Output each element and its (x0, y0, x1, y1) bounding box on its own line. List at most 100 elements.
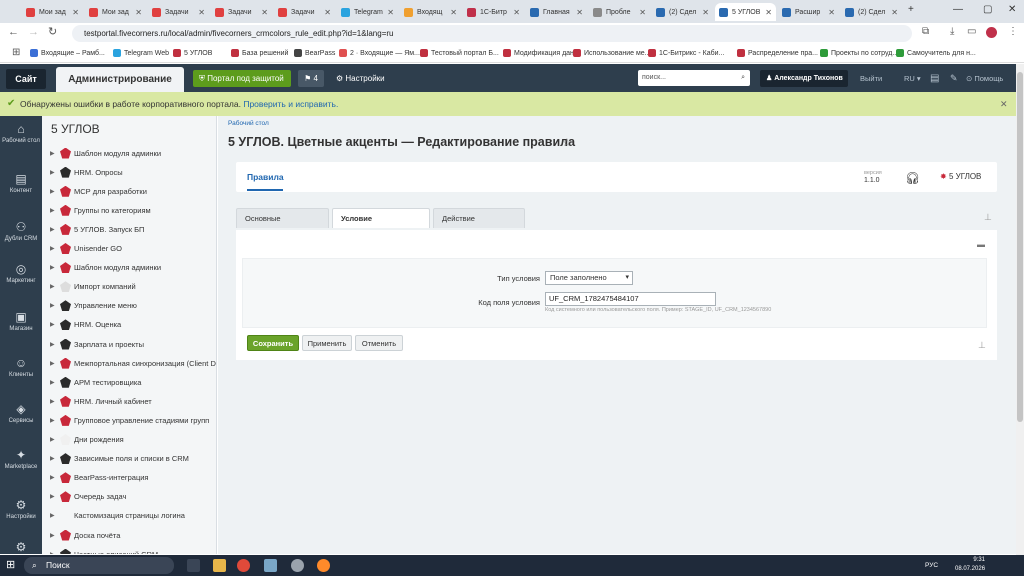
tree-item[interactable]: ▶ BearPass-интеграция (50, 471, 149, 485)
close-tab-icon[interactable]: ✕ (257, 8, 268, 17)
menu-icon[interactable]: ⋮ (1008, 26, 1018, 37)
bookmark-item[interactable]: Проекты по сотруд... (820, 49, 898, 57)
desktop-icon[interactable]: ▤ (930, 70, 939, 87)
close-warning-icon[interactable]: ✕ (1000, 92, 1008, 116)
explorer-icon[interactable] (213, 559, 226, 572)
bookmark-item[interactable]: 5 УГЛОВ (173, 49, 212, 57)
pin-icon[interactable]: ✎ (950, 70, 958, 87)
admin-tab[interactable]: Администрирование (56, 67, 184, 92)
breadcrumb[interactable]: Рабочий стол (228, 120, 269, 127)
back-icon[interactable]: ← (8, 26, 19, 38)
expand-arrow-icon[interactable]: ▶ (50, 417, 58, 424)
expand-arrow-icon[interactable]: ▶ (50, 360, 58, 367)
bookmark-item[interactable]: База решений (231, 49, 288, 57)
url-field[interactable]: testportal.fivecorners.ru/local/admin/fi… (72, 25, 912, 42)
close-tab-icon[interactable]: ✕ (572, 8, 583, 17)
expand-arrow-icon[interactable]: ▶ (50, 245, 58, 252)
chrome-icon[interactable] (237, 559, 250, 572)
language-switcher[interactable]: RU ▾ (904, 70, 921, 87)
close-tab-icon[interactable]: ✕ (824, 8, 835, 17)
apply-button[interactable]: Применить (302, 335, 352, 351)
bookmark-item[interactable]: Входящие – Рамб... (30, 49, 105, 57)
close-tab-icon[interactable]: ✕ (635, 8, 646, 17)
expand-arrow-icon[interactable]: ▶ (50, 188, 58, 195)
settings-button[interactable]: ⚙ Настройки (336, 70, 385, 87)
bookmark-item[interactable]: BearPass (294, 49, 335, 57)
tree-item[interactable]: ▶ Межпортальная синхронизация (Client D7) (50, 356, 216, 370)
iconbar-item[interactable]: ☺ Клиенты (0, 356, 42, 379)
favorite-star-icon[interactable]: ☆ (562, 136, 572, 149)
bookmark-item[interactable]: Модификация дан... (503, 49, 580, 57)
start-icon[interactable]: ⊞ (6, 558, 15, 571)
notifications-button[interactable]: ⚑ 4 (298, 70, 324, 87)
tree-item[interactable]: ▶ Импорт компаний (50, 280, 136, 294)
portal-protected-button[interactable]: ⛨ Портал под защитой (193, 70, 291, 87)
browser-tab[interactable]: Пробле ✕ (589, 3, 650, 21)
user-menu-button[interactable]: ♟ Александр Тихонов (760, 70, 848, 87)
expand-arrow-icon[interactable]: ▶ (50, 512, 58, 519)
expand-arrow-icon[interactable]: ▶ (50, 379, 58, 386)
expand-arrow-icon[interactable]: ▶ (50, 341, 58, 348)
logout-link[interactable]: Выйти (860, 70, 882, 87)
minimize-icon[interactable]: — (953, 4, 963, 15)
expand-arrow-icon[interactable]: ▶ (50, 436, 58, 443)
bookmark-item[interactable]: 2 · Входящие — Ям... (339, 49, 420, 57)
expand-arrow-icon[interactable]: ▶ (50, 532, 58, 539)
close-tab-icon[interactable]: ✕ (383, 8, 394, 17)
tab-main-params[interactable]: Основные параметры (236, 208, 329, 243)
tree-item[interactable]: ▶ 5 УГЛОВ. Запуск БП (50, 222, 144, 236)
clock-app-icon[interactable] (291, 559, 304, 572)
browser-tab[interactable]: Расшир ✕ (778, 3, 839, 21)
iconbar-item[interactable]: ▣ Магазин (0, 310, 42, 333)
browser-tab[interactable]: Задачи ✕ (148, 3, 209, 21)
browser-tab[interactable]: (2) Сдел ✕ (841, 3, 902, 21)
expand-arrow-icon[interactable]: ▶ (50, 474, 58, 481)
tree-item[interactable]: ▶ Unisender GO (50, 242, 122, 256)
iconbar-item[interactable]: ⚇ Дубли CRM (0, 220, 42, 243)
browser-tab[interactable]: Мои зад ✕ (22, 3, 83, 21)
browser-tab[interactable]: 5 УГЛОВ ✕ (715, 3, 776, 21)
expand-arrow-icon[interactable]: ▶ (50, 226, 58, 233)
expand-arrow-icon[interactable]: ▶ (50, 455, 58, 462)
expand-arrow-icon[interactable]: ▶ (50, 493, 58, 500)
iconbar-item[interactable]: ✦ Marketplace (0, 448, 42, 471)
close-tab-icon[interactable]: ✕ (698, 8, 709, 17)
tree-item[interactable]: ▶ Зарплата и проекты (50, 337, 144, 351)
close-tab-icon[interactable]: ✕ (320, 8, 331, 17)
tree-item[interactable]: ▶ Зависимые поля и списки в CRM (50, 452, 189, 466)
apps-icon[interactable]: ⊞ (12, 47, 20, 58)
tab-trigger-condition[interactable]: Условие срабатывания (332, 208, 430, 243)
tree-item[interactable]: ▶ Дни рождения (50, 433, 124, 447)
iconbar-item[interactable]: ⌂ Рабочий стол (0, 122, 42, 145)
expand-arrow-icon[interactable]: ▶ (50, 283, 58, 290)
reload-icon[interactable]: ↻ (48, 25, 57, 38)
tab-rules[interactable]: Правила (247, 172, 284, 182)
tree-item[interactable]: ▶ HRM. Личный кабинет (50, 394, 152, 408)
taskbar-search[interactable]: ⌕ Поиск (24, 557, 174, 574)
close-tab-icon[interactable]: ✕ (887, 8, 898, 17)
bookmark-item[interactable]: Распределение пра... (737, 49, 818, 57)
admin-search-input[interactable]: поиск... ⌕ (638, 70, 750, 86)
tree-item[interactable]: ▶ HRM. Оценка (50, 318, 121, 332)
close-tab-icon[interactable]: ✕ (446, 8, 457, 17)
pin-tabs-icon[interactable]: ⊥ (984, 212, 992, 223)
tree-item[interactable]: ▶ Очередь задач (50, 490, 126, 504)
browser-tab[interactable]: Задачи ✕ (211, 3, 272, 21)
bookmark-item[interactable]: Telegram Web (113, 49, 169, 57)
bookmark-item[interactable]: Тестовый портал Б... (420, 49, 499, 57)
browser-tab[interactable]: Входящ ✕ (400, 3, 461, 21)
warning-fix-link[interactable]: Проверить и исправить. (243, 99, 338, 109)
scrollbar-thumb[interactable] (1017, 72, 1023, 422)
tree-item[interactable]: ▶ Доска почёта (50, 528, 120, 542)
tree-item[interactable]: ▶ Управление меню (50, 299, 137, 313)
bookmark-item[interactable]: 1С-Битрикс - Каби... (648, 49, 724, 57)
tree-item[interactable]: ▶ МСР для разработки (50, 184, 147, 198)
site-button[interactable]: Сайт (6, 69, 46, 89)
close-tab-icon[interactable]: ✕ (761, 8, 772, 17)
save-button[interactable]: Сохранить (247, 335, 299, 351)
tree-item[interactable]: ▶ Шаблон модуля админки (50, 146, 161, 160)
iconbar-item[interactable]: ◈ Сервисы (0, 402, 42, 425)
browser-tab[interactable]: Мои зад ✕ (85, 3, 146, 21)
close-tab-icon[interactable]: ✕ (131, 8, 142, 17)
tree-item[interactable]: ▶ АРМ тестировщика (50, 375, 141, 389)
